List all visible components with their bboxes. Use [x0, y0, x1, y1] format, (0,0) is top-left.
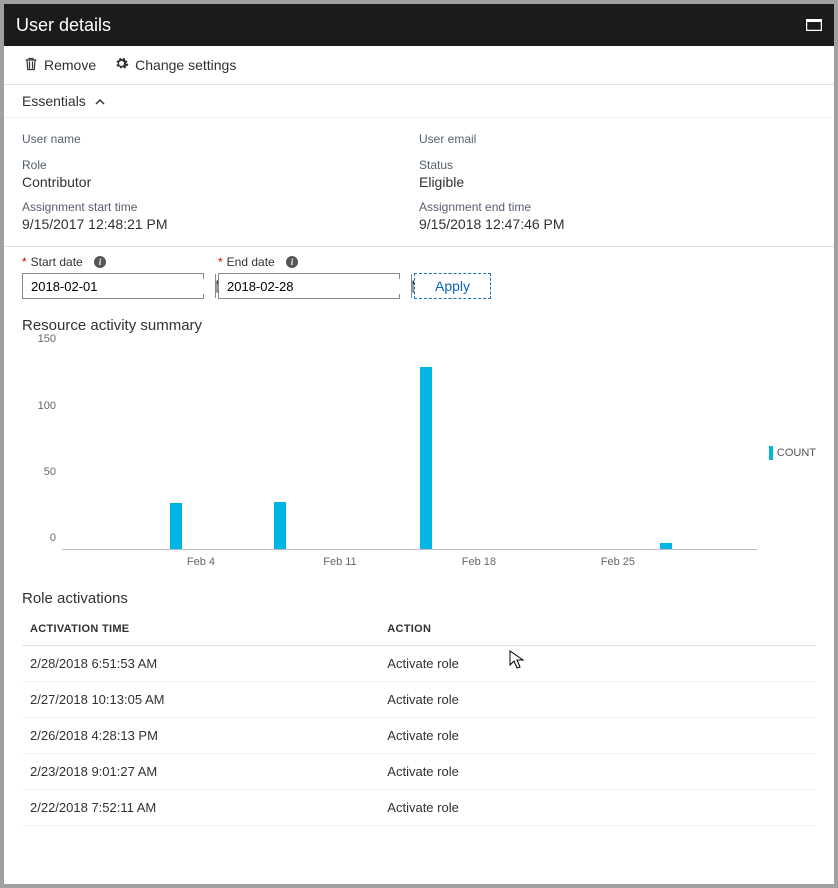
toolbar: Remove Change settings — [4, 46, 834, 85]
table-row[interactable]: 2/23/2018 9:01:27 AMActivate role — [22, 754, 816, 790]
table-row[interactable]: 2/22/2018 7:52:11 AMActivate role — [22, 790, 816, 826]
cell-action: Activate role — [379, 682, 816, 718]
essentials-body: User name Role Contributor Assignment st… — [4, 118, 834, 247]
chart-legend: COUNT — [769, 338, 816, 568]
y-tick: 100 — [38, 400, 56, 412]
col-action[interactable]: ACTION — [379, 613, 816, 646]
essentials-label: Essentials — [22, 93, 86, 109]
page-title: User details — [16, 15, 111, 36]
end-date-label: End date — [227, 255, 275, 269]
info-icon[interactable]: i — [94, 256, 106, 268]
y-tick: 150 — [38, 333, 56, 345]
status-value: Eligible — [419, 174, 816, 190]
user-name-label: User name — [22, 132, 419, 146]
cell-action: Activate role — [379, 718, 816, 754]
remove-label: Remove — [44, 57, 96, 73]
cell-action: Activate role — [379, 754, 816, 790]
cell-activation-time: 2/28/2018 6:51:53 AM — [22, 646, 379, 682]
role-label: Role — [22, 158, 419, 172]
table-row[interactable]: 2/28/2018 6:51:53 AMActivate role — [22, 646, 816, 682]
user-email-label: User email — [419, 132, 816, 146]
info-icon[interactable]: i — [286, 256, 298, 268]
remove-button[interactable]: Remove — [24, 57, 96, 74]
resource-activity-chart: 050100150 Feb 4Feb 11Feb 18Feb 25 COUNT — [4, 338, 834, 572]
legend-swatch — [769, 446, 773, 460]
chart-bar[interactable] — [170, 503, 182, 549]
x-tick: Feb 4 — [187, 556, 215, 568]
essentials-toggle[interactable]: Essentials — [4, 85, 834, 118]
user-details-panel: User details Remove Change settings Esse… — [0, 0, 838, 888]
chart-bar[interactable] — [274, 502, 286, 549]
cell-activation-time: 2/26/2018 4:28:13 PM — [22, 718, 379, 754]
end-date-input[interactable] — [218, 273, 400, 299]
apply-button[interactable]: Apply — [414, 273, 491, 299]
cell-activation-time: 2/23/2018 9:01:27 AM — [22, 754, 379, 790]
cell-action: Activate role — [379, 646, 816, 682]
legend-label: COUNT — [777, 447, 816, 459]
cell-action: Activate role — [379, 790, 816, 826]
status-label: Status — [419, 158, 816, 172]
cell-activation-time: 2/27/2018 10:13:05 AM — [22, 682, 379, 718]
gear-icon — [114, 56, 129, 74]
assignment-start-label: Assignment start time — [22, 200, 419, 214]
assignment-end-value: 9/15/2018 12:47:46 PM — [419, 216, 816, 232]
role-activations-title: Role activations — [4, 572, 834, 613]
role-value: Contributor — [22, 174, 419, 190]
assignment-start-value: 9/15/2017 12:48:21 PM — [22, 216, 419, 232]
cell-activation-time: 2/22/2018 7:52:11 AM — [22, 790, 379, 826]
col-activation-time[interactable]: ACTIVATION TIME — [22, 613, 379, 646]
y-tick: 50 — [44, 466, 56, 478]
table-row[interactable]: 2/27/2018 10:13:05 AMActivate role — [22, 682, 816, 718]
chart-bar[interactable] — [420, 367, 432, 549]
table-row[interactable]: 2/26/2018 4:28:13 PMActivate role — [22, 718, 816, 754]
titlebar: User details — [4, 4, 834, 46]
maximize-icon[interactable] — [806, 19, 822, 31]
date-filter-row: *Start date i *End date i Apply — [4, 247, 834, 309]
end-date-field[interactable] — [219, 279, 411, 294]
change-settings-label: Change settings — [135, 57, 236, 73]
trash-icon — [24, 57, 38, 74]
y-tick: 0 — [50, 532, 56, 544]
cursor-icon — [509, 650, 525, 670]
x-tick: Feb 25 — [601, 556, 635, 568]
chevron-up-icon — [94, 93, 106, 109]
assignment-end-label: Assignment end time — [419, 200, 816, 214]
summary-title: Resource activity summary — [4, 309, 834, 338]
start-date-input[interactable] — [22, 273, 204, 299]
start-date-label: Start date — [31, 255, 83, 269]
chart-bar[interactable] — [660, 543, 672, 549]
x-tick: Feb 18 — [462, 556, 496, 568]
role-activations-table: ACTIVATION TIME ACTION 2/28/2018 6:51:53… — [22, 613, 816, 826]
change-settings-button[interactable]: Change settings — [114, 56, 236, 74]
start-date-field[interactable] — [23, 279, 215, 294]
x-tick: Feb 11 — [323, 556, 356, 568]
